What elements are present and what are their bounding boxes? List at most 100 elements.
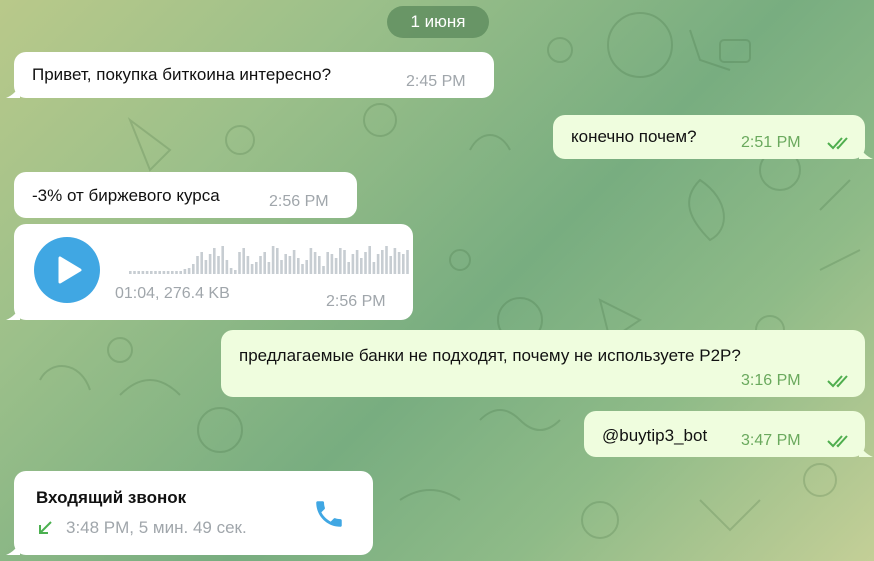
waveform-bar xyxy=(175,271,178,274)
waveform-bar xyxy=(313,252,317,274)
message-text: предлагаемые банки не подходят, почему н… xyxy=(239,346,741,365)
waveform-bar xyxy=(217,256,220,274)
waveform-bar xyxy=(183,269,187,274)
play-button[interactable] xyxy=(34,237,100,303)
waveform-bar xyxy=(129,271,132,274)
waveform-bar xyxy=(141,271,145,274)
message-bubble-outgoing[interactable]: @buytip3_bot 3:47 PM xyxy=(584,411,873,457)
waveform-bar xyxy=(162,271,166,274)
waveform-bar xyxy=(137,271,140,274)
read-checkmarks-icon xyxy=(827,137,848,150)
message-bubble-incoming[interactable]: -3% от биржевого курса 2:56 PM xyxy=(14,172,357,218)
waveform-bar xyxy=(179,271,182,274)
waveform-bar xyxy=(372,262,376,274)
incoming-arrow-icon xyxy=(39,521,52,534)
waveform-bar xyxy=(292,250,296,274)
waveform-bar xyxy=(284,254,287,274)
waveform-bar xyxy=(351,254,355,274)
message-time: 2:56 PM xyxy=(326,293,386,310)
waveform-bar xyxy=(402,254,405,274)
waveform-bar xyxy=(255,262,258,274)
waveform-bar xyxy=(259,256,262,274)
waveform-bar xyxy=(145,271,149,274)
waveform-bar xyxy=(150,271,153,274)
bot-mention-link[interactable]: @buytip3_bot xyxy=(602,426,707,446)
waveform-bar xyxy=(368,246,371,274)
waveform-bar xyxy=(204,260,208,274)
message-text: -3% от биржевого курса xyxy=(32,186,220,205)
waveform-bar xyxy=(385,246,388,274)
waveform-bar xyxy=(393,248,397,274)
waveform-bar xyxy=(213,248,216,274)
waveform-bar xyxy=(397,252,401,274)
waveform-bar xyxy=(242,248,245,274)
waveform-bar xyxy=(192,264,195,274)
message-bubble-outgoing[interactable]: конечно почем? 2:51 PM xyxy=(553,115,873,159)
waveform-bar xyxy=(301,264,304,274)
waveform-bar xyxy=(339,248,342,274)
waveform-bar xyxy=(225,260,229,274)
waveform-bar xyxy=(305,260,308,274)
waveform-bar xyxy=(250,264,254,274)
waveform-bar xyxy=(267,262,271,274)
waveform-bar xyxy=(381,250,384,274)
phone-icon[interactable] xyxy=(312,497,346,531)
waveform-bar xyxy=(330,254,334,274)
incoming-call-bubble[interactable]: Входящий звонок 3:48 PM, 5 мин. 49 сек. xyxy=(6,471,373,555)
waveform-bar xyxy=(360,258,363,274)
waveform-bar xyxy=(376,254,380,274)
call-title: Входящий звонок xyxy=(36,488,187,507)
voice-message-bubble[interactable]: 01:04, 276.4 KB 2:56 PM xyxy=(6,224,413,320)
message-time: 2:45 PM xyxy=(406,73,466,90)
message-bubble-outgoing[interactable]: предлагаемые банки не подходят, почему н… xyxy=(221,330,865,397)
waveform-bar xyxy=(364,252,367,274)
message-text: Привет, покупка биткоина интересно? xyxy=(32,65,332,84)
waveform-bar xyxy=(246,256,250,274)
waveform-bar xyxy=(154,271,157,274)
bubble-tail xyxy=(859,145,873,159)
waveform-bar xyxy=(133,271,136,274)
waveform-bar xyxy=(406,250,409,274)
waveform-bar xyxy=(322,266,325,274)
waveform-bar xyxy=(171,271,174,274)
waveform-bar xyxy=(343,250,346,274)
waveform-bar xyxy=(271,246,275,274)
message-time: 2:56 PM xyxy=(269,193,329,210)
waveform-bar xyxy=(208,254,212,274)
voice-waveform[interactable] xyxy=(129,242,409,274)
waveform-bar xyxy=(221,246,224,274)
message-text: конечно почем? xyxy=(571,127,697,146)
waveform-bar xyxy=(334,258,338,274)
read-checkmarks-icon xyxy=(827,375,848,388)
waveform-bar xyxy=(234,270,237,274)
message-time: 2:51 PM xyxy=(741,134,801,151)
play-icon xyxy=(58,256,82,284)
waveform-bar xyxy=(229,268,233,274)
read-checkmarks-icon xyxy=(827,435,848,448)
bubble-tail xyxy=(859,443,873,457)
waveform-bar xyxy=(326,252,329,274)
waveform-bar xyxy=(187,268,191,274)
waveform-bar xyxy=(309,248,313,274)
date-separator: 1 июня xyxy=(387,6,489,38)
waveform-bar xyxy=(355,250,359,274)
bubble-tail xyxy=(6,84,20,98)
message-time: 3:16 PM xyxy=(741,372,801,389)
message-time: 3:47 PM xyxy=(741,432,801,449)
waveform-bar xyxy=(158,271,161,274)
waveform-bar xyxy=(389,256,392,274)
waveform-bar xyxy=(280,260,283,274)
waveform-bar xyxy=(318,256,321,274)
waveform-bar xyxy=(263,252,266,274)
bubble-tail xyxy=(6,306,20,320)
waveform-bar xyxy=(288,256,292,274)
call-details: 3:48 PM, 5 мин. 49 сек. xyxy=(66,518,247,537)
voice-duration-size: 01:04, 276.4 KB xyxy=(115,285,230,302)
waveform-bar xyxy=(200,252,203,274)
waveform-bar xyxy=(297,258,300,274)
message-bubble-incoming[interactable]: Привет, покупка биткоина интересно? 2:45… xyxy=(6,52,494,98)
waveform-bar xyxy=(347,262,350,274)
waveform-bar xyxy=(196,256,199,274)
waveform-bar xyxy=(276,248,279,274)
waveform-bar xyxy=(238,252,241,274)
